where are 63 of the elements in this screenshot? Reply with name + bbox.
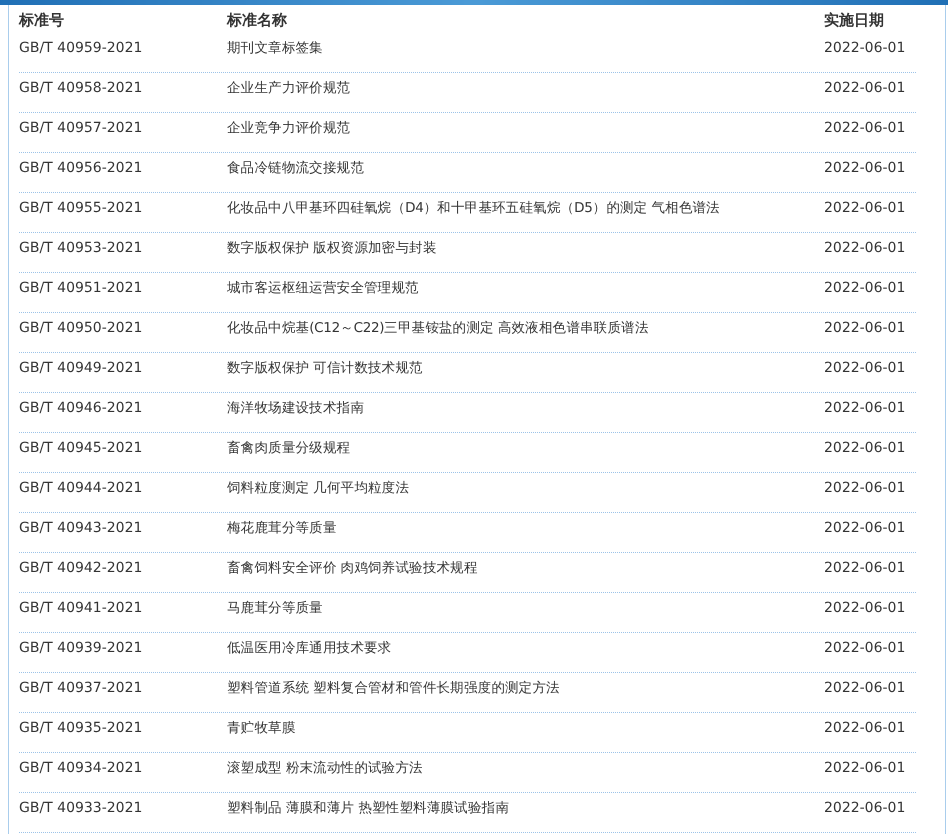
table-cell-text: 2022-06-01 [824, 639, 906, 658]
table-cell-text: GB/T 40941-2021 [19, 599, 144, 618]
standard-name-link[interactable]: 海洋牧场建设技术指南 [227, 398, 824, 418]
table-cell-text: GB/T 40939-2021 [19, 639, 144, 658]
column-header: 标准名称 [227, 10, 288, 31]
standard-name-link[interactable]: 低温医用冷库通用技术要求 [227, 638, 824, 658]
table-cell-text: GB/T 40951-2021 [19, 279, 144, 298]
table-cell-text: 2022-06-01 [824, 39, 906, 58]
table-cell-text: 2022-06-01 [824, 119, 906, 138]
standard-name-link[interactable]: 城市客运枢纽运营安全管理规范 [227, 278, 824, 298]
table-cell-text: GB/T 40945-2021 [19, 439, 144, 458]
standard-name-link[interactable]: 青贮牧草膜 [227, 718, 824, 738]
table-cell-text: GB/T 40943-2021 [19, 519, 144, 538]
column-header: 标准号 [19, 10, 65, 31]
table-cell-text: 2022-06-01 [824, 759, 906, 778]
table-cell-text: GB/T 40933-2021 [19, 799, 144, 818]
table-cell-text: 2022-06-01 [824, 239, 906, 258]
table-cell-text: 2022-06-01 [824, 79, 906, 98]
table-cell-text: 2022-06-01 [824, 479, 906, 498]
standard-name-link[interactable]: 企业生产力评价规范 [227, 78, 824, 98]
standard-name-link[interactable]: 滚塑成型 粉末流动性的试验方法 [227, 758, 824, 778]
standard-name-link[interactable]: 梅花鹿茸分等质量 [227, 518, 824, 538]
table-cell-text: 2022-06-01 [824, 799, 906, 818]
table-cell-text: 2022-06-01 [824, 719, 906, 738]
standard-name-link[interactable]: 数字版权保护 可信计数技术规范 [227, 358, 824, 378]
standard-name-link[interactable]: 马鹿茸分等质量 [227, 598, 824, 618]
table-cell-text: GB/T 40937-2021 [19, 679, 144, 698]
table-cell-text: 2022-06-01 [824, 159, 906, 178]
table-cell-text: GB/T 40956-2021 [19, 159, 144, 178]
standard-name-link[interactable]: 期刊文章标签集 [227, 38, 824, 58]
standard-name-link[interactable]: 化妆品中八甲基环四硅氧烷（D4）和十甲基环五硅氧烷（D5）的测定 气相色谱法 [227, 198, 824, 218]
table-cell-text: GB/T 40950-2021 [19, 319, 144, 338]
standard-name-link[interactable]: 畜禽饲料安全评价 肉鸡饲养试验技术规程 [227, 558, 824, 578]
standard-name-link[interactable]: 塑料管道系统 塑料复合管材和管件长期强度的测定方法 [227, 678, 824, 698]
table-cell-text: GB/T 40942-2021 [19, 559, 144, 578]
table-cell-text: GB/T 40935-2021 [19, 719, 144, 738]
table-cell-text: GB/T 40958-2021 [19, 79, 144, 98]
standard-name-link[interactable]: 畜禽肉质量分级规程 [227, 438, 824, 458]
table-cell-text: 2022-06-01 [824, 319, 906, 338]
table-cell-text: 2022-06-01 [824, 679, 906, 698]
table-cell-text: 2022-06-01 [824, 199, 906, 218]
standard-name-link[interactable]: 企业竞争力评价规范 [227, 118, 824, 138]
standard-name-link[interactable]: 食品冷链物流交接规范 [227, 158, 824, 178]
table-cell-text: 2022-06-01 [824, 559, 906, 578]
table-cell-text: GB/T 40957-2021 [19, 119, 144, 138]
table-cell-text: 2022-06-01 [824, 279, 906, 298]
table-cell-text: GB/T 40944-2021 [19, 479, 144, 498]
table-cell-text: 2022-06-01 [824, 599, 906, 618]
table-cell-text: GB/T 40949-2021 [19, 359, 144, 378]
table-cell-text: GB/T 40955-2021 [19, 199, 144, 218]
table-cell-text: GB/T 40953-2021 [19, 239, 144, 258]
standard-name-link[interactable]: 化妆品中烷基(C12～C22)三甲基铵盐的测定 高效液相色谱串联质谱法 [227, 318, 824, 338]
standard-name-link[interactable]: 数字版权保护 版权资源加密与封装 [227, 238, 824, 258]
table-cell-text: 2022-06-01 [824, 439, 906, 458]
table-cell-text: 2022-06-01 [824, 519, 906, 538]
table-cell-text: GB/T 40959-2021 [19, 39, 144, 58]
standard-name-link[interactable]: 饲料粒度测定 几何平均粒度法 [227, 478, 824, 498]
table-cell-text: GB/T 40934-2021 [19, 759, 144, 778]
table-cell-text: 2022-06-01 [824, 399, 906, 418]
column-header: 实施日期 [824, 10, 885, 31]
table-cell-text: GB/T 40946-2021 [19, 399, 144, 418]
table-cell-text: 2022-06-01 [824, 359, 906, 378]
standard-name-link[interactable]: 塑料制品 薄膜和薄片 热塑性塑料薄膜试验指南 [227, 798, 824, 818]
